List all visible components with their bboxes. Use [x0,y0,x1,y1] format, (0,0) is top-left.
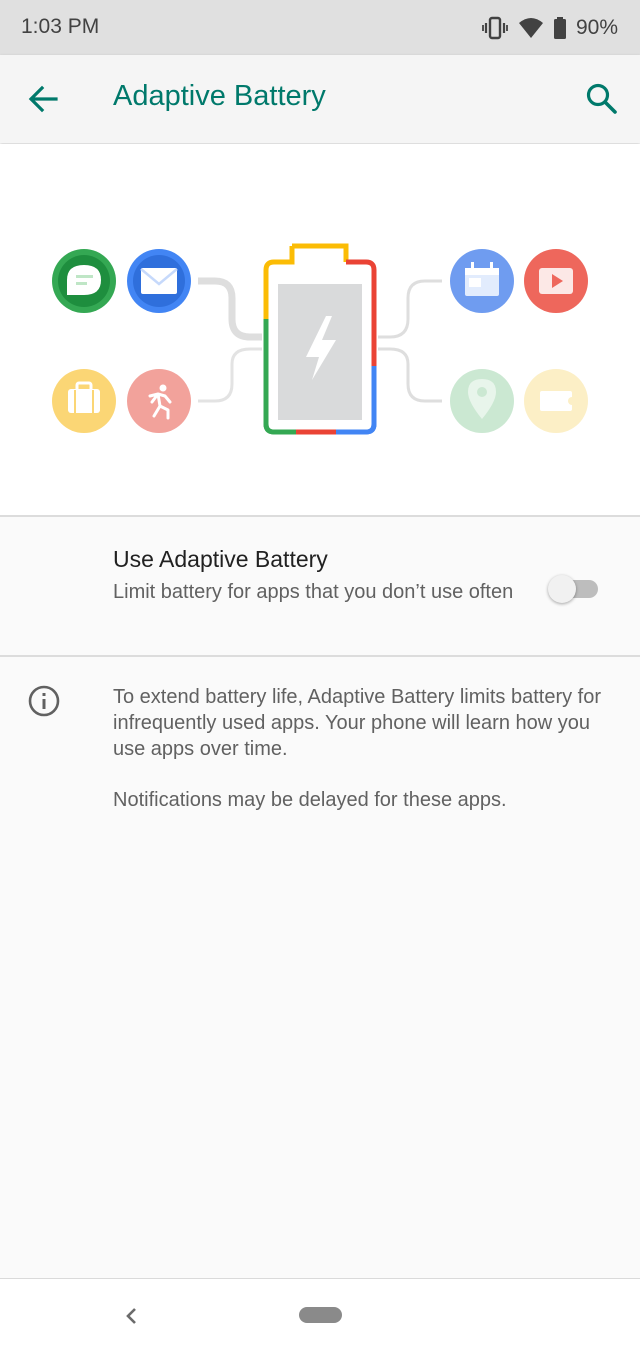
info-text: To extend battery life, Adaptive Battery… [113,684,613,838]
info-paragraph-2: Notifications may be delayed for these a… [113,789,507,811]
vibrate-icon [482,16,508,40]
run-app-icon [127,369,191,433]
battery-percent: 90% [575,16,618,39]
adaptive-battery-toggle[interactable] [548,573,600,603]
illustration-graphic [52,243,588,435]
search-button[interactable] [582,79,622,119]
adaptive-battery-illustration [0,144,640,516]
location-app-icon [450,369,514,433]
nav-home-pill[interactable] [299,1307,342,1323]
wifi-icon [518,18,543,38]
page-title: Adaptive Battery [113,80,326,112]
info-paragraph-1: To extend battery life, Adaptive Battery… [113,686,602,760]
search-icon [586,83,617,114]
briefcase-app-icon [52,369,116,433]
arrow-left-icon [28,85,58,113]
video-app-icon [524,249,588,313]
battery-charging-icon [263,243,377,435]
message-app-icon [52,249,116,313]
navigation-bar [0,1278,640,1352]
nav-back-icon[interactable] [118,1301,144,1331]
mail-app-icon [127,249,191,313]
ticket-app-icon [524,369,588,433]
preference-title: Use Adaptive Battery [113,546,328,572]
divider [0,655,640,657]
status-time: 1:03 PM [21,15,100,38]
back-button[interactable] [24,79,64,119]
adaptive-battery-preference[interactable]: Use Adaptive Battery Limit battery for a… [0,517,640,655]
app-bar: Adaptive Battery [0,55,640,143]
battery-icon [553,17,566,39]
status-icons: 90% [482,14,618,42]
calendar-app-icon [450,249,514,313]
preference-summary: Limit battery for apps that you don’t us… [113,581,514,603]
status-bar: 1:03 PM 90% [0,0,640,55]
info-icon [28,685,60,717]
toggle-thumb [548,575,576,603]
